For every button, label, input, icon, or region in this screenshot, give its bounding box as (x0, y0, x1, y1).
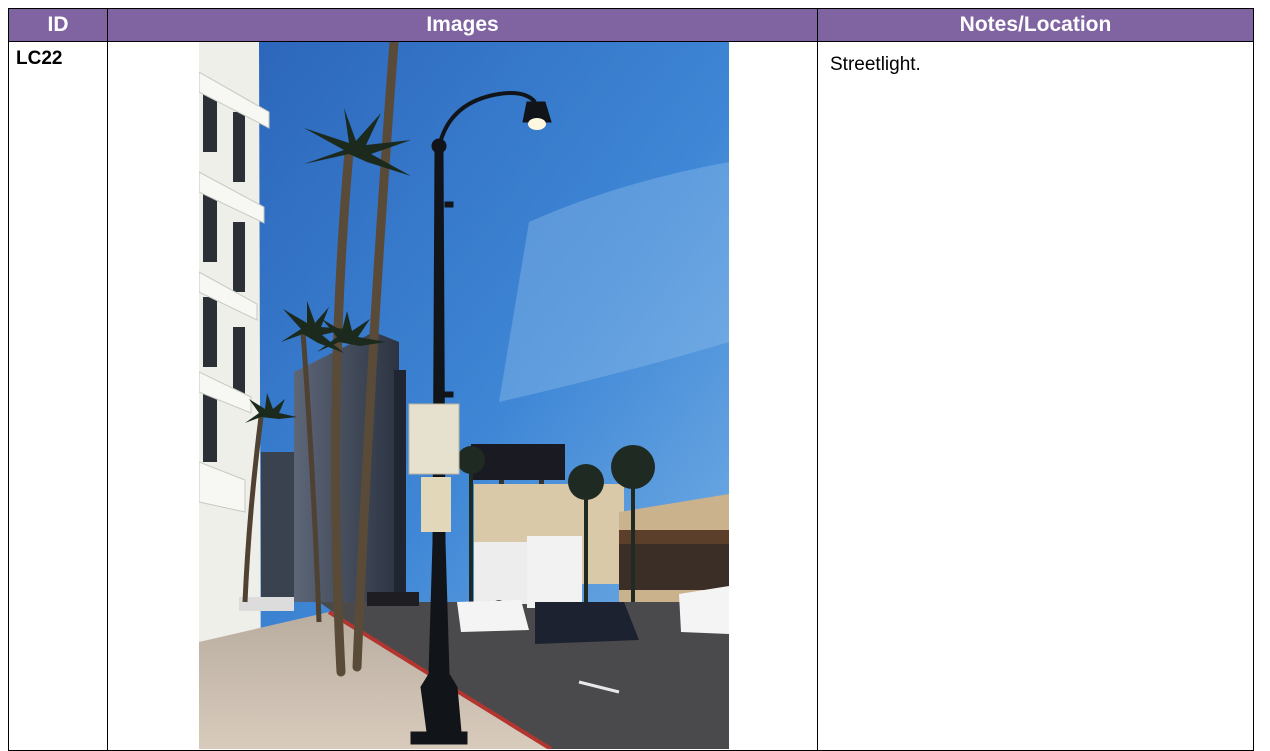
row-id: LC22 (8, 41, 108, 751)
row-notes: Streetlight. (817, 41, 1254, 751)
table-row: LC22 Streetlight. (8, 41, 1254, 751)
image-cell (107, 41, 818, 751)
header-notes-location: Notes/Location (817, 8, 1254, 42)
location-table: ID Images Notes/Location LC22 Streetligh… (8, 8, 1254, 751)
header-images: Images (107, 8, 818, 42)
header-id: ID (8, 8, 108, 42)
header-row: ID Images Notes/Location (8, 8, 1254, 42)
streetlight-photo (199, 42, 729, 749)
